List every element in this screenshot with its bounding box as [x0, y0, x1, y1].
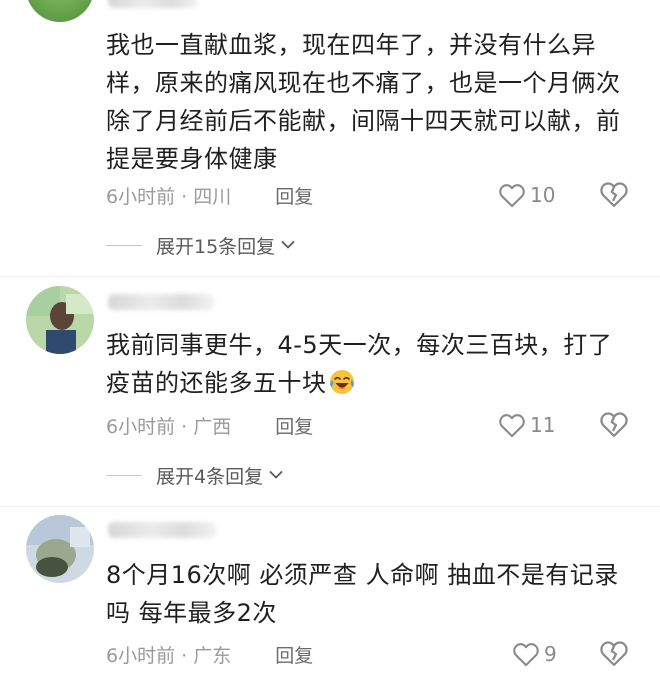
- chevron-down-icon: [281, 241, 295, 249]
- username-blurred[interactable]: [108, 0, 198, 8]
- expand-label: 展开15条回复: [156, 235, 276, 258]
- heart-outline-icon: [499, 184, 525, 208]
- like-count: 10: [530, 183, 556, 207]
- expand-divider-line: [106, 474, 142, 476]
- expand-label: 展开4条回复: [156, 465, 264, 488]
- like-button[interactable]: 10: [498, 180, 555, 210]
- avatar[interactable]: [26, 286, 94, 354]
- laughing-tears-emoji: [329, 370, 354, 394]
- comment-meta: 6小时前 · 广西 回复: [106, 410, 313, 440]
- like-count: 9: [544, 642, 557, 666]
- comment-divider: [0, 276, 660, 277]
- comment-text: 我前同事更牛，4-5天一次，每次三百块，打了疫苗的还能多五十块: [106, 326, 636, 402]
- comment-meta: 6小时前 · 四川 回复: [106, 180, 313, 210]
- broken-heart-icon: [600, 641, 628, 666]
- comment-text-body: 我前同事更牛，4-5天一次，每次三百块，打了疫苗的还能多五十块: [106, 331, 613, 397]
- expand-replies-button[interactable]: 展开15条回复: [106, 230, 295, 260]
- heart-outline-icon: [499, 414, 525, 438]
- expand-divider-line: [106, 244, 142, 246]
- like-button[interactable]: 9: [512, 639, 557, 669]
- comment-divider: [0, 506, 660, 507]
- comment-text: 8个月16次啊 必须严查 人命啊 抽血不是有记录吗 每年最多2次: [106, 561, 619, 627]
- username-blurred[interactable]: [108, 294, 214, 310]
- avatar[interactable]: [26, 0, 94, 22]
- comment-meta: 6小时前 · 广东 回复: [106, 639, 313, 669]
- comment-text: 我也一直献血浆，现在四年了，并没有什么异样，原来的痛风现在也不痛了，也是一个月俩…: [106, 31, 621, 173]
- time-location: 6小时前 · 四川: [106, 185, 232, 208]
- heart-outline-icon: [513, 643, 539, 667]
- time-location: 6小时前 · 广西: [106, 415, 232, 438]
- reply-button[interactable]: 回复: [275, 182, 313, 209]
- expand-replies-button[interactable]: 展开4条回复: [106, 460, 283, 490]
- dislike-button[interactable]: [599, 180, 629, 210]
- reply-button[interactable]: 回复: [275, 641, 313, 668]
- dislike-button[interactable]: [599, 639, 629, 669]
- dislike-button[interactable]: [599, 410, 629, 440]
- broken-heart-icon: [600, 182, 628, 207]
- time-location: 6小时前 · 广东: [106, 644, 232, 667]
- chevron-down-icon: [269, 471, 283, 479]
- reply-button[interactable]: 回复: [275, 412, 313, 439]
- like-button[interactable]: 11: [498, 410, 555, 440]
- username-blurred[interactable]: [108, 522, 216, 538]
- broken-heart-icon: [600, 412, 628, 437]
- avatar[interactable]: [26, 515, 94, 583]
- like-count: 11: [530, 413, 556, 437]
